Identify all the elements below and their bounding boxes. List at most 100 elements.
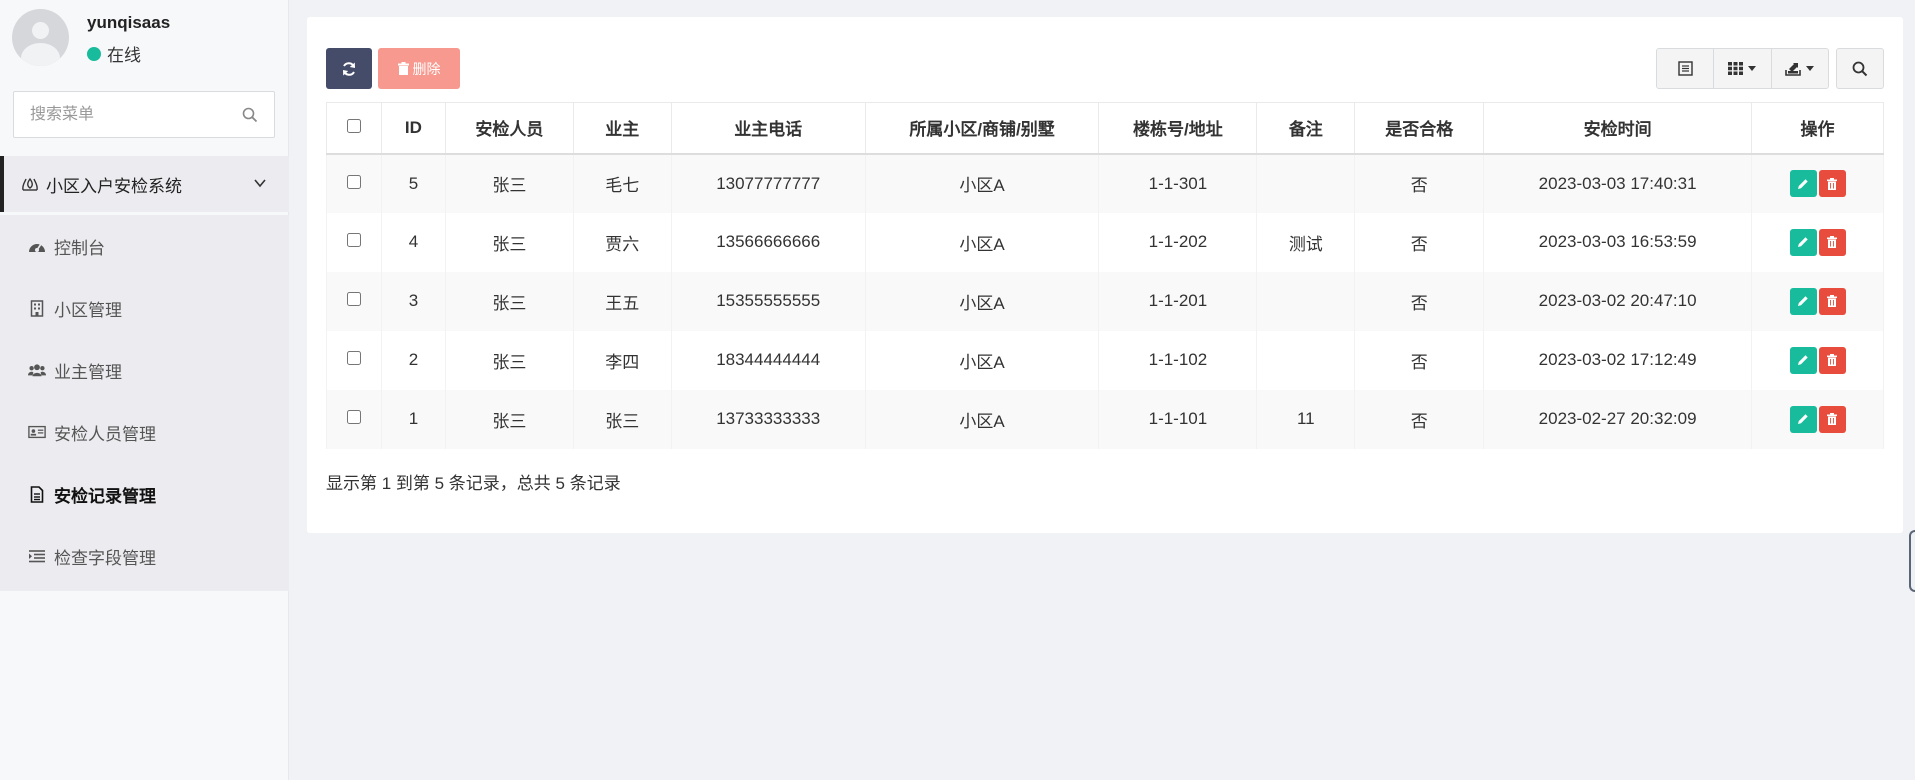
chevron-down-icon [254, 179, 266, 188]
column-header[interactable]: ID [381, 102, 446, 155]
trash-icon [1827, 413, 1837, 425]
row-checkbox[interactable] [346, 233, 361, 247]
edit-button[interactable] [1789, 405, 1817, 433]
trash-icon [1827, 295, 1837, 307]
cell-remark [1256, 271, 1356, 331]
menu-search-box [13, 91, 275, 138]
column-header[interactable]: 安检人员 [445, 102, 574, 155]
menu-item-check-fields[interactable]: 检查字段管理 [0, 525, 289, 587]
select-all-header [326, 102, 382, 155]
delete-button[interactable]: 删除 [378, 48, 460, 89]
menu-group-safety-system[interactable]: 小区入户安检系统 [0, 156, 289, 212]
dashboard-icon [28, 237, 46, 255]
refresh-icon [343, 61, 355, 76]
cell-inspector: 张三 [445, 389, 574, 449]
refresh-button[interactable] [326, 48, 372, 89]
pagination-info: 显示第 1 到第 5 条记录，总共 5 条记录 [326, 474, 621, 493]
toggle-view-button[interactable] [1657, 49, 1715, 88]
side-drawer-handle[interactable] [1909, 530, 1915, 592]
cell-inspector: 张三 [445, 153, 574, 213]
row-delete-button[interactable] [1818, 287, 1846, 315]
cell-owner: 贾六 [573, 212, 672, 272]
cell-community: 小区A [865, 330, 1100, 390]
cell-owner: 李四 [573, 330, 672, 390]
id-card-icon [28, 423, 46, 441]
column-header[interactable]: 业主电话 [671, 102, 866, 155]
cell-remark: 测试 [1256, 212, 1356, 272]
row-select-cell [326, 330, 382, 390]
file-text-icon [28, 485, 46, 503]
user-panel: yunqisaas 在线 [12, 9, 282, 69]
cell-id: 3 [381, 271, 446, 331]
records-table: ID 安检人员 业主 业主电话 所属小区/商铺/别墅 楼栋号/地址 备注 是否合… [326, 102, 1884, 449]
username: yunqisaas [87, 13, 171, 32]
column-header[interactable]: 楼栋号/地址 [1098, 102, 1258, 155]
pencil-icon [1798, 237, 1808, 247]
table-header-row: ID 安检人员 业主 业主电话 所属小区/商铺/别墅 楼栋号/地址 备注 是否合… [326, 102, 1884, 155]
cell-id: 5 [381, 153, 446, 213]
cell-time: 2023-02-27 20:32:09 [1483, 389, 1753, 449]
cell-inspector: 张三 [445, 271, 574, 331]
menu-group-label: 小区入户安检系统 [46, 176, 182, 196]
menu-item-label: 检查字段管理 [54, 548, 156, 568]
trash-icon [1827, 177, 1837, 190]
export-dropdown-button[interactable] [1772, 49, 1828, 88]
table-row: 1 张三 张三 13733333333 小区A 1-1-101 11 否 2023-02-27 … [326, 389, 1884, 449]
row-delete-button[interactable] [1818, 170, 1846, 197]
edit-button[interactable] [1789, 346, 1817, 374]
search-icon [1852, 61, 1868, 76]
column-header[interactable]: 所属小区/商铺/别墅 [865, 102, 1100, 155]
edit-button[interactable] [1789, 287, 1817, 315]
cell-time: 2023-03-03 17:40:31 [1483, 153, 1753, 213]
row-checkbox[interactable] [346, 292, 361, 306]
export-icon [1785, 62, 1802, 76]
table-row: 5 张三 毛七 13077777777 小区A 1-1-301 否 2023-03-03 17… [326, 153, 1884, 213]
cell-owner: 王五 [573, 271, 672, 331]
row-delete-button[interactable] [1818, 228, 1846, 256]
column-header: 操作 [1751, 102, 1884, 155]
cell-remark [1256, 153, 1356, 213]
menu-item-label: 控制台 [54, 238, 105, 258]
columns-dropdown-button[interactable] [1714, 49, 1772, 88]
column-header[interactable]: 业主 [573, 102, 672, 155]
select-all-checkbox[interactable] [346, 118, 361, 133]
pencil-icon [1798, 178, 1808, 189]
menu-item-dashboard[interactable]: 控制台 [0, 215, 289, 277]
cell-inspector: 张三 [445, 212, 574, 272]
column-header[interactable]: 安检时间 [1483, 102, 1753, 155]
sidebar: yunqisaas 在线 小区入户安检系统 控制台 [0, 0, 289, 780]
menu-item-inspectors[interactable]: 安检人员管理 [0, 401, 289, 463]
menu-item-owners[interactable]: 业主管理 [0, 339, 289, 401]
status-text: 在线 [107, 46, 141, 65]
menu-item-label: 安检记录管理 [54, 486, 156, 506]
column-header[interactable]: 是否合格 [1354, 102, 1485, 155]
cell-community: 小区A [865, 389, 1100, 449]
menu-item-community[interactable]: 小区管理 [0, 277, 289, 339]
cell-address: 1-1-301 [1098, 153, 1258, 213]
cell-address: 1-1-101 [1098, 389, 1258, 449]
row-checkbox[interactable] [346, 174, 361, 189]
cell-inspector: 张三 [445, 330, 574, 390]
cell-qualified: 否 [1354, 153, 1485, 213]
column-header[interactable]: 备注 [1256, 102, 1356, 155]
row-checkbox[interactable] [346, 410, 361, 424]
row-delete-button[interactable] [1818, 346, 1846, 374]
cell-community: 小区A [865, 212, 1100, 272]
row-checkbox[interactable] [346, 351, 361, 365]
menu-item-label: 小区管理 [54, 300, 122, 320]
menu-item-inspection-records[interactable]: 安检记录管理 [0, 463, 289, 525]
table-search-button[interactable] [1836, 48, 1884, 89]
row-delete-button[interactable] [1818, 405, 1846, 433]
edit-button[interactable] [1789, 170, 1817, 197]
cell-id: 2 [381, 330, 446, 390]
table-row: 4 张三 贾六 13566666666 小区A 1-1-202 测试否 2023-03-03 … [326, 212, 1884, 272]
pencil-icon [1798, 355, 1808, 365]
row-actions [1751, 271, 1884, 331]
search-icon[interactable] [242, 107, 258, 123]
caret-down-icon [1806, 66, 1815, 71]
edit-button[interactable] [1789, 228, 1817, 256]
row-select-cell [326, 212, 382, 272]
menu-search-input[interactable] [14, 92, 224, 137]
cell-address: 1-1-201 [1098, 271, 1258, 331]
fire-icon [22, 177, 38, 191]
